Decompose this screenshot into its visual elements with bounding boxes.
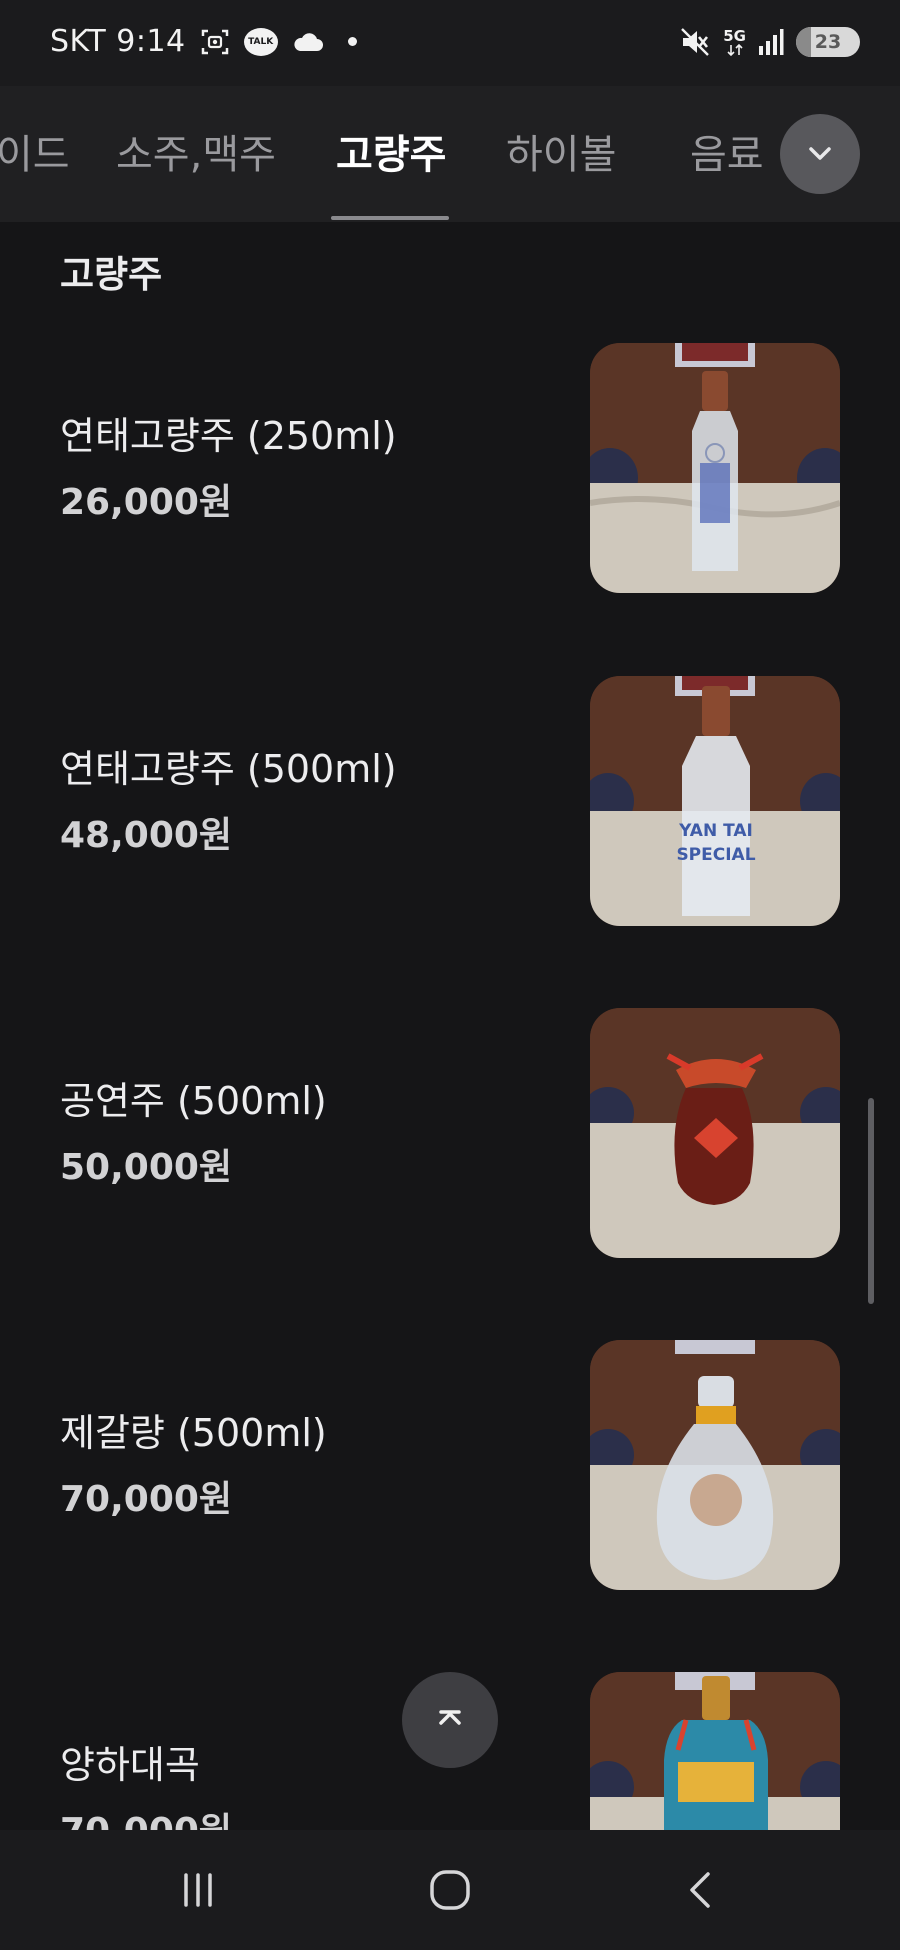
bottle-label-line2: SPECIAL: [676, 845, 755, 865]
menu-item[interactable]: 제갈량 (500ml) 70,000원: [0, 1340, 900, 1590]
item-name: 공연주 (500ml): [60, 1079, 327, 1123]
home-button[interactable]: [420, 1860, 480, 1920]
menu-item[interactable]: 연태고량주 (500ml) 48,000원 YAN TAI SPECIAL: [0, 676, 900, 926]
screenshot-icon: [200, 27, 230, 57]
item-price: 50,000원: [60, 1147, 233, 1188]
battery-indicator: 23: [796, 27, 860, 57]
signal-icon: [758, 28, 784, 56]
item-photo[interactable]: YAN TAI SPECIAL: [590, 676, 840, 926]
item-name: 연태고량주 (500ml): [60, 747, 397, 791]
item-photo[interactable]: [590, 1008, 840, 1258]
expand-categories-button[interactable]: [780, 114, 860, 194]
tab-drinks[interactable]: 음료: [690, 122, 764, 180]
bottle-label-line1: YAN TAI: [678, 821, 753, 841]
menu-item[interactable]: 연태고량주 (250ml) 26,000원: [0, 343, 900, 593]
tab-side[interactable]: 이드: [0, 122, 70, 180]
recent-apps-icon: [184, 1873, 212, 1907]
battery-label: 23: [814, 31, 842, 53]
item-photo[interactable]: [590, 1672, 840, 1830]
scroll-to-top-button[interactable]: [402, 1672, 498, 1768]
tab-goryangju[interactable]: 고량주: [336, 122, 446, 180]
mute-icon: [679, 26, 711, 58]
system-nav-bar: [0, 1830, 900, 1950]
item-name: 양하대곡: [60, 1743, 200, 1787]
status-right: 5G 23: [679, 26, 860, 58]
battery-fill: [796, 27, 811, 57]
scrollbar[interactable]: [868, 1098, 874, 1304]
item-price: 70,000원: [60, 1802, 232, 1830]
network-5g-icon: 5G: [723, 26, 746, 56]
back-icon: [690, 1872, 710, 1908]
home-icon: [430, 1870, 470, 1910]
item-price: 48,000원: [60, 815, 233, 856]
item-photo[interactable]: [590, 343, 840, 593]
notification-dot-icon: [347, 37, 357, 46]
item-price: 70,000원: [60, 1479, 233, 1520]
item-name: 제갈량 (500ml): [60, 1411, 327, 1455]
active-tab-indicator: [331, 216, 449, 220]
item-name: 연태고량주 (250ml): [60, 414, 397, 458]
chevron-down-icon: [809, 147, 831, 160]
cloud-icon: [292, 31, 324, 53]
tab-soju-beer[interactable]: 소주,맥주: [116, 122, 276, 180]
chevron-up-icon: [439, 1710, 461, 1725]
recent-apps-button[interactable]: [168, 1860, 228, 1920]
tab-highball[interactable]: 하이볼: [506, 122, 616, 180]
kakaotalk-icon: TALK: [243, 27, 278, 56]
back-button[interactable]: [672, 1860, 732, 1920]
network-label: 5G: [723, 26, 746, 45]
section-title: 고량주: [60, 253, 163, 296]
status-time: SKT 9:14: [50, 24, 186, 59]
category-tab-bar: 이드 소주,맥주 고량주 하이볼 음료: [0, 86, 900, 222]
menu-item[interactable]: 공연주 (500ml) 50,000원: [0, 1008, 900, 1258]
item-photo[interactable]: [590, 1340, 840, 1590]
item-price: 26,000원: [60, 482, 233, 523]
status-bar: SKT 9:14 TALK 5G 23: [0, 0, 900, 86]
status-left: SKT 9:14 TALK: [50, 24, 357, 59]
